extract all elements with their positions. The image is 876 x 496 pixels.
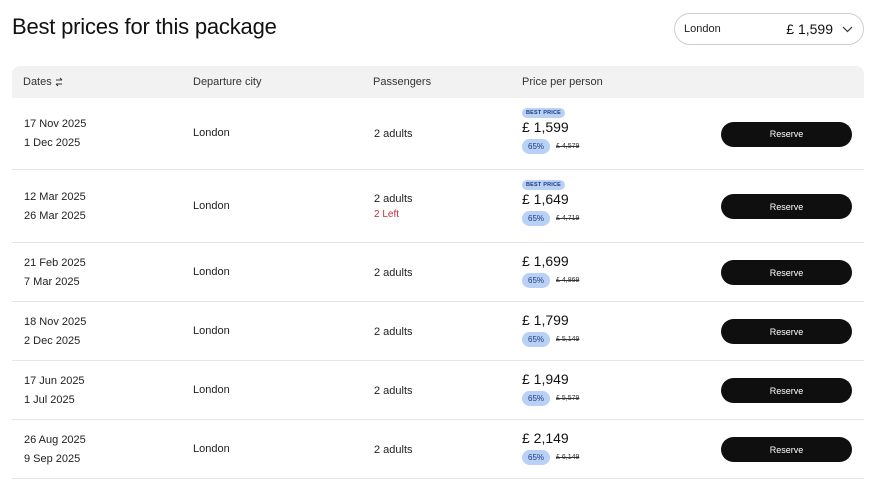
discount-badge: 65% xyxy=(522,450,551,465)
reserve-button[interactable]: Reserve xyxy=(721,260,852,285)
passengers-value: 2 adults xyxy=(374,443,413,456)
price-value: £ 1,699 xyxy=(522,253,569,269)
reserve-button[interactable]: Reserve xyxy=(721,121,852,147)
table-header: Dates Departure city Passengers Price pe… xyxy=(12,66,864,98)
original-price: £ 5,579 xyxy=(556,395,580,402)
header-passengers: Passengers xyxy=(373,76,432,88)
reserve-button[interactable]: Reserve xyxy=(721,319,852,344)
original-price: £ 4,869 xyxy=(556,277,580,284)
date-start: 26 Aug 2025 xyxy=(24,433,86,446)
passengers-cell: 2 adults xyxy=(374,383,413,399)
original-price: £ 5,149 xyxy=(556,336,580,343)
passengers-cell: 2 adults xyxy=(374,324,413,340)
date-end: 2 Dec 2025 xyxy=(24,334,81,347)
price-cell: BEST PRICE £ 1,649 65% £ 4,719 xyxy=(522,177,579,226)
dates-cell: 17 Nov 2025 1 Dec 2025 xyxy=(24,115,86,153)
date-start: 21 Feb 2025 xyxy=(24,256,86,269)
price-cell: BEST PRICE £ 1,599 65% £ 4,579 xyxy=(522,105,579,154)
prices-table: Dates Departure city Passengers Price pe… xyxy=(12,66,864,479)
header-departure-city: Departure city xyxy=(193,76,262,88)
table-row: 21 Feb 2025 7 Mar 2025 London 2 adults £ 1,6… xyxy=(12,243,864,302)
departure-city-cell: London xyxy=(193,383,230,396)
dates-cell: 21 Feb 2025 7 Mar 2025 xyxy=(24,254,86,292)
header-price-per-person: Price per person xyxy=(522,76,603,88)
discount-badge: 65% xyxy=(522,332,551,347)
dates-cell: 17 Jun 2025 1 Jul 2025 xyxy=(24,372,85,410)
passengers-cell: 2 adults 2 Left xyxy=(374,191,413,223)
date-start: 17 Jun 2025 xyxy=(24,374,85,387)
original-price: £ 6,149 xyxy=(556,454,580,461)
best-price-badge: BEST PRICE xyxy=(522,108,566,118)
passengers-cell: 2 adults xyxy=(374,265,413,281)
passengers-value: 2 adults xyxy=(374,266,413,279)
passengers-value: 2 adults xyxy=(374,192,413,205)
header-dates-label: Dates xyxy=(23,76,52,88)
passengers-cell: 2 adults xyxy=(374,442,413,458)
date-end: 9 Sep 2025 xyxy=(24,452,81,465)
passengers-value: 2 adults xyxy=(374,384,413,397)
discount-badge: 65% xyxy=(522,139,551,154)
table-row: 26 Aug 2025 9 Sep 2025 London 2 adults £ 2,1… xyxy=(12,420,864,479)
dates-cell: 18 Nov 2025 2 Dec 2025 xyxy=(24,313,86,351)
price-value: £ 1,649 xyxy=(522,191,569,207)
reserve-button[interactable]: Reserve xyxy=(721,437,852,462)
price-value: £ 1,599 xyxy=(522,119,569,135)
original-price: £ 4,579 xyxy=(556,143,580,150)
departure-city-cell: London xyxy=(193,199,230,212)
discount-badge: 65% xyxy=(522,391,551,406)
selected-city-price: £ 1,599 xyxy=(786,21,833,37)
original-price: £ 4,719 xyxy=(556,215,580,222)
table-row: 18 Nov 2025 2 Dec 2025 London 2 adults £ 1,7… xyxy=(12,302,864,361)
departure-city-cell: London xyxy=(193,265,230,278)
sort-arrows-icon[interactable] xyxy=(55,77,63,87)
departure-city-cell: London xyxy=(193,324,230,337)
date-end: 1 Jul 2025 xyxy=(24,393,75,406)
dates-cell: 12 Mar 2025 26 Mar 2025 xyxy=(24,188,86,226)
passengers-value: 2 adults xyxy=(374,325,413,338)
table-body: 17 Nov 2025 1 Dec 2025 London 2 adults BEST … xyxy=(12,98,864,479)
dates-cell: 26 Aug 2025 9 Sep 2025 xyxy=(24,431,86,469)
date-start: 12 Mar 2025 xyxy=(24,190,86,203)
date-end: 7 Mar 2025 xyxy=(24,275,80,288)
passengers-cell: 2 adults xyxy=(374,126,413,142)
price-value: £ 1,949 xyxy=(522,371,569,387)
table-row: 12 Mar 2025 26 Mar 2025 London 2 adults 2 Le… xyxy=(12,170,864,243)
price-value: £ 1,799 xyxy=(522,312,569,328)
departure-city-select[interactable]: London £ 1,599 xyxy=(674,13,864,45)
departure-city-cell: London xyxy=(193,442,230,455)
price-value: £ 2,149 xyxy=(522,430,569,446)
price-cell: £ 1,949 65% £ 5,579 xyxy=(522,370,579,406)
discount-badge: 65% xyxy=(522,211,551,226)
reserve-button[interactable]: Reserve xyxy=(721,378,852,403)
table-row: 17 Nov 2025 1 Dec 2025 London 2 adults BEST … xyxy=(12,98,864,170)
price-cell: £ 1,699 65% £ 4,869 xyxy=(522,252,579,288)
date-end: 1 Dec 2025 xyxy=(24,137,81,149)
chevron-down-icon xyxy=(841,23,853,35)
reserve-button[interactable]: Reserve xyxy=(721,194,852,219)
table-row: 17 Jun 2025 1 Jul 2025 London 2 adults £ 1,9… xyxy=(12,361,864,420)
date-end: 26 Mar 2025 xyxy=(24,209,86,222)
price-cell: £ 2,149 65% £ 6,149 xyxy=(522,429,579,465)
date-start: 18 Nov 2025 xyxy=(24,315,87,328)
passengers-value: 2 adults xyxy=(374,128,413,140)
best-price-badge: BEST PRICE xyxy=(522,180,566,190)
page-title: Best prices for this package xyxy=(12,14,277,39)
availability-note: 2 Left xyxy=(374,208,400,220)
header-dates[interactable]: Dates xyxy=(23,66,63,98)
price-cell: £ 1,799 65% £ 5,149 xyxy=(522,311,579,347)
departure-city-cell: London xyxy=(193,127,230,139)
date-start: 17 Nov 2025 xyxy=(24,118,87,130)
selected-city: London xyxy=(684,23,721,35)
discount-badge: 65% xyxy=(522,273,551,288)
